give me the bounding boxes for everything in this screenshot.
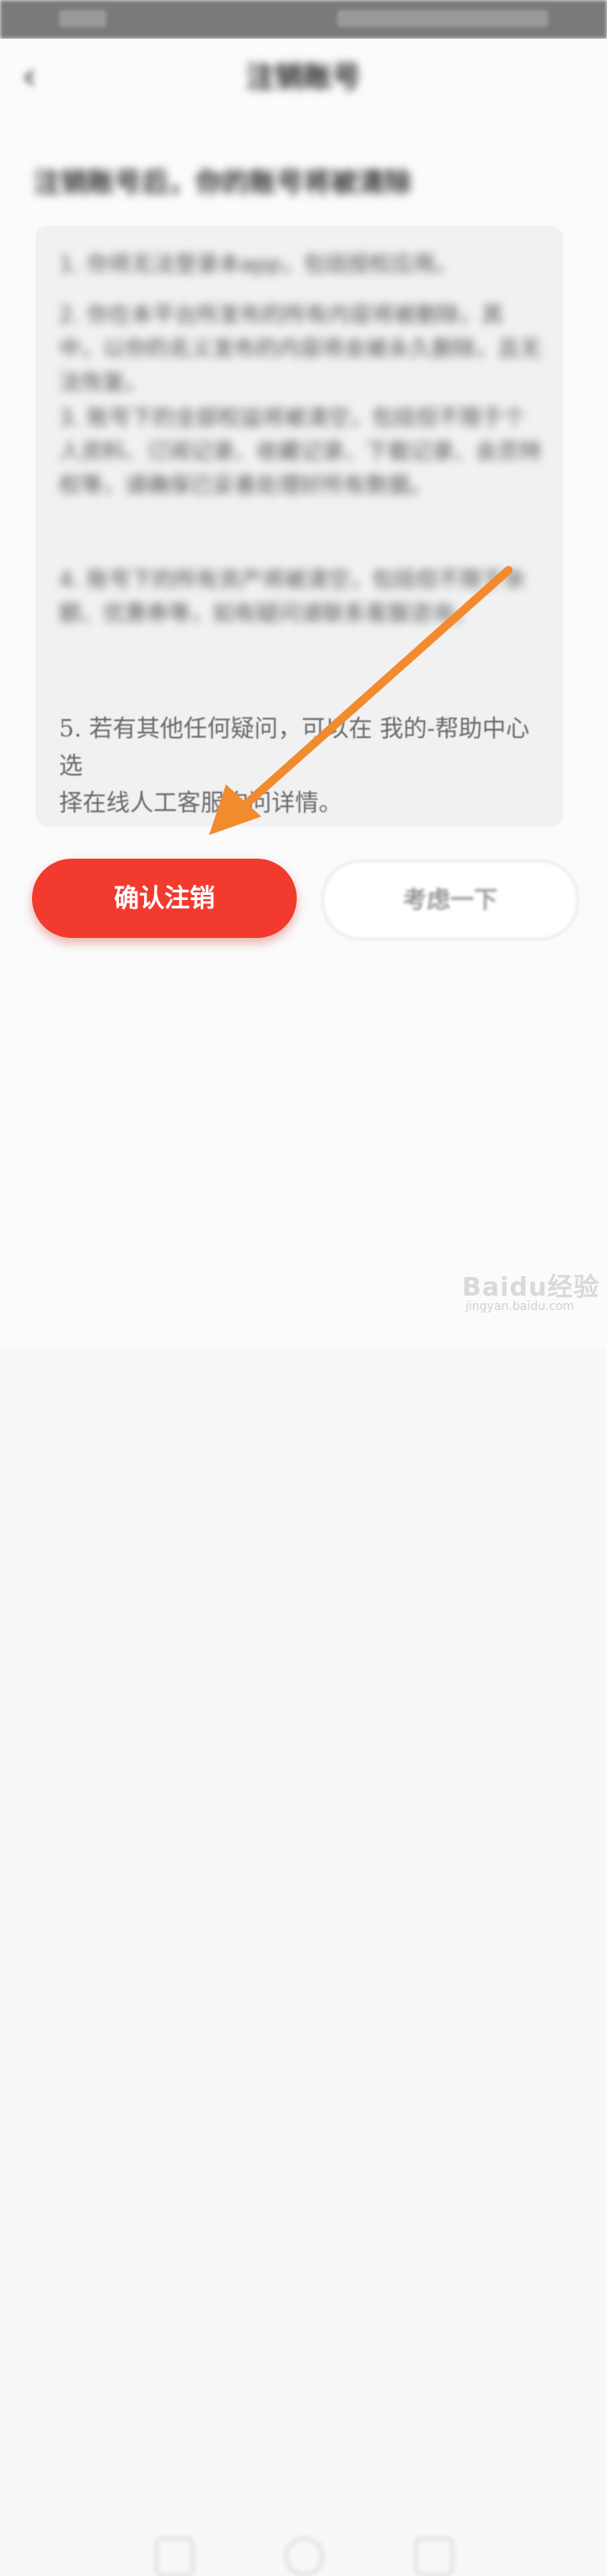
confirm-cancel-button[interactable]: 确认注销 — [32, 859, 297, 938]
term-item-5-line1: 5. 若有其他任何疑问，可以在 我的-帮助中心 选 — [59, 714, 529, 779]
page-title: 注销账号 — [246, 61, 361, 94]
status-icons — [337, 10, 548, 27]
term-item-2: 2. 你在本平台所发布的所有内容将被删除，其中，以你的名义发布的内容将会被永久删… — [59, 303, 542, 396]
status-time — [59, 10, 106, 27]
watermark-url: jingyan.baidu.com — [465, 1300, 575, 1313]
baidu-watermark: Baidu经验 jingyan.baidu.com — [462, 1263, 605, 1322]
term-item-3: 3. 账号下的全部权益将被清空，包括但不限于个人资料、订阅记录、收藏记录、下载记… — [59, 406, 542, 498]
terms-card: 1. 你将无法登录本app，包括授权应用。 2. 你在本平台所发布的所有内容将被… — [35, 226, 563, 827]
back-button[interactable]: ‹ — [22, 56, 56, 98]
status-bar — [0, 0, 607, 39]
circle-icon[interactable] — [285, 2537, 324, 2576]
account-cancel-page: ‹ 注销账号 注销账号后，你的账号将被清除 1. 你将无法登录本app，包括授权… — [0, 39, 607, 1350]
watermark-brand: Baidu经验 — [462, 1273, 600, 1302]
term-item-5-line2: 择在线人工客服询问详情。 — [59, 789, 343, 816]
square-icon[interactable] — [155, 2537, 194, 2576]
chevron-left-icon: ‹ — [22, 55, 37, 98]
back-triangle-icon[interactable] — [415, 2537, 454, 2576]
warning-subtitle: 注销账号后，你的账号将被清除 — [34, 166, 412, 198]
term-item-4: 4. 账号下的所有资产将被清空，包括但不限于余额、优惠券等，如有疑问请联系客服咨… — [59, 568, 526, 627]
term-item-1: 1. 你将无法登录本app，包括授权应用。 — [59, 252, 458, 278]
term-item-5: 5. 若有其他任何疑问，可以在 我的-帮助中心 选 择在线人工客服询问详情。 — [59, 710, 543, 822]
reconsider-button[interactable]: 考虑一下 — [322, 860, 578, 940]
